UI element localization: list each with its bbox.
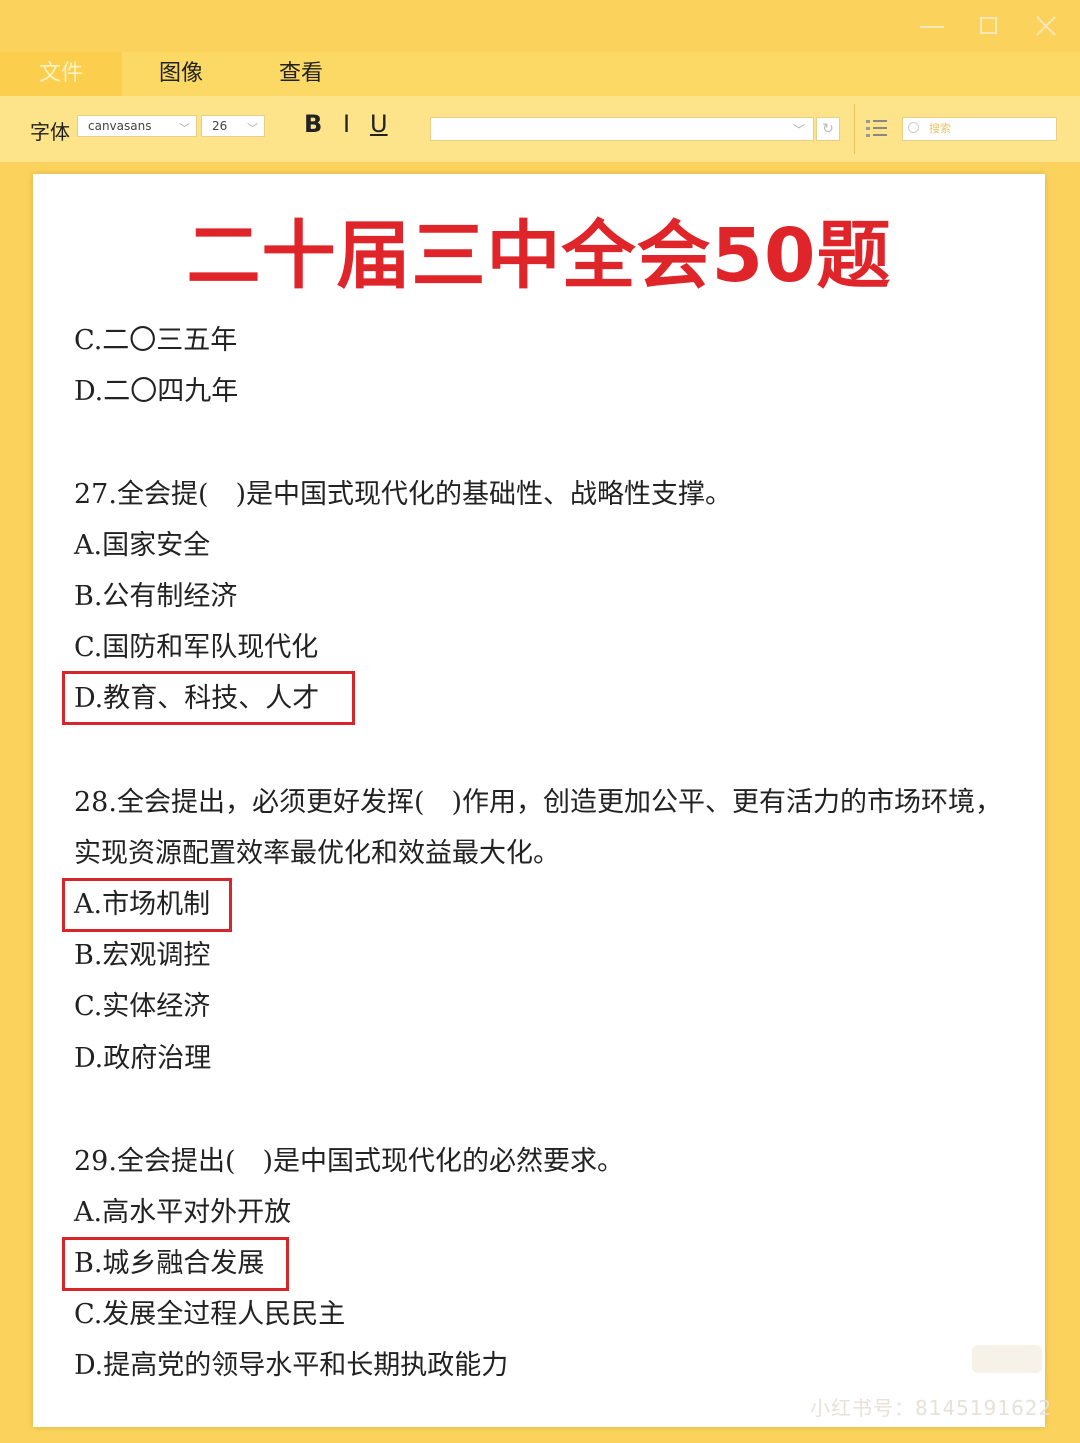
refresh-icon[interactable]: ↻	[816, 117, 840, 141]
underline-button[interactable]: U	[370, 110, 388, 138]
font-size-select[interactable]: 26 ﹀	[201, 115, 265, 137]
chevron-down-icon: ﹀	[247, 122, 258, 135]
menu-view[interactable]: 查看	[266, 52, 336, 96]
maximize-icon[interactable]	[976, 14, 1004, 38]
search-icon	[908, 122, 919, 133]
bold-button[interactable]: B	[304, 110, 322, 138]
search-input[interactable]: 搜索	[902, 117, 1057, 141]
minimize-icon[interactable]	[918, 14, 946, 38]
style-combo[interactable]: ﹀	[430, 117, 814, 141]
watermark-text: 小红书号：8145191622	[810, 1396, 1053, 1420]
document-page: 二十届三中全会50题 C.二〇三五年 D.二〇四九年 27.全会提( )是中国式…	[33, 174, 1045, 1427]
chevron-down-icon: ﹀	[179, 122, 190, 135]
option-line: A.国家安全	[74, 530, 211, 561]
font-size-value: 26	[212, 119, 228, 133]
menu-image[interactable]: 图像	[146, 52, 216, 96]
option-line: B.公有制经济	[74, 581, 238, 612]
search-placeholder: 搜索	[929, 122, 951, 135]
question-line: 29.全会提出( )是中国式现代化的必然要求。	[74, 1146, 625, 1177]
option-line: D.提高党的领导水平和长期执政能力	[74, 1350, 509, 1381]
answer-highlight-box	[62, 1237, 289, 1291]
option-line: C.发展全过程人民民主	[74, 1299, 346, 1330]
answer-highlight-box	[62, 671, 355, 725]
italic-button[interactable]: I	[343, 110, 350, 138]
numbered-list-icon[interactable]	[866, 118, 888, 140]
question-line: 27.全会提( )是中国式现代化的基础性、战略性支撑。	[74, 479, 733, 510]
chevron-down-icon: ﹀	[792, 123, 805, 137]
option-line: D.二〇四九年	[74, 376, 239, 407]
option-line: C.国防和军队现代化	[74, 632, 319, 663]
font-family-select[interactable]: canvasans ﹀	[77, 115, 197, 137]
option-line: C.二〇三五年	[74, 325, 238, 356]
option-line: C.实体经济	[74, 991, 211, 1022]
document-title: 二十届三中全会50题	[186, 213, 892, 299]
menu-file[interactable]: 文件	[0, 52, 122, 96]
option-line: D.政府治理	[74, 1043, 212, 1074]
option-line: A.高水平对外开放	[74, 1197, 292, 1228]
question-line: 实现资源配置效率最优化和效益最大化。	[74, 838, 560, 869]
option-line: B.宏观调控	[74, 940, 211, 971]
answer-highlight-box	[62, 878, 232, 932]
question-line: 28.全会提出，必须更好发挥( )作用，创造更加公平、更有活力的市场环境，	[74, 787, 1003, 818]
toolbar-divider	[854, 104, 855, 154]
close-icon[interactable]	[1032, 14, 1060, 38]
watermark-logo	[972, 1345, 1042, 1373]
font-label: 字体	[30, 120, 70, 144]
menu-bar: 文件 图像 查看	[0, 52, 1080, 96]
font-family-value: canvasans	[88, 119, 152, 133]
